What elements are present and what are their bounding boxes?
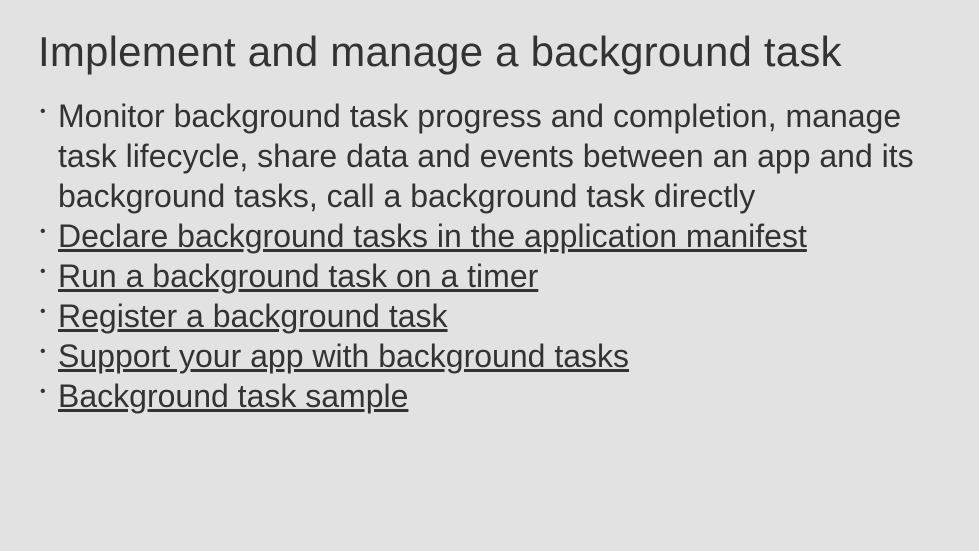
list-item: Declare background tasks in the applicat… [38,216,941,256]
bullet-link[interactable]: Declare background tasks in the applicat… [58,218,807,254]
list-item: Support your app with background tasks [38,336,941,376]
slide-title: Implement and manage a background task [38,28,941,76]
bullet-list: Monitor background task progress and com… [38,96,941,416]
slide: Implement and manage a background task M… [0,0,979,416]
bullet-link[interactable]: Register a background task [58,298,448,334]
bullet-link[interactable]: Support your app with background tasks [58,338,629,374]
bullet-link[interactable]: Background task sample [58,378,408,414]
list-item: Monitor background task progress and com… [38,96,941,216]
bullet-link[interactable]: Run a background task on a timer [58,258,538,294]
bullet-text: Monitor background task progress and com… [58,98,914,214]
list-item: Run a background task on a timer [38,256,941,296]
list-item: Register a background task [38,296,941,336]
list-item: Background task sample [38,376,941,416]
